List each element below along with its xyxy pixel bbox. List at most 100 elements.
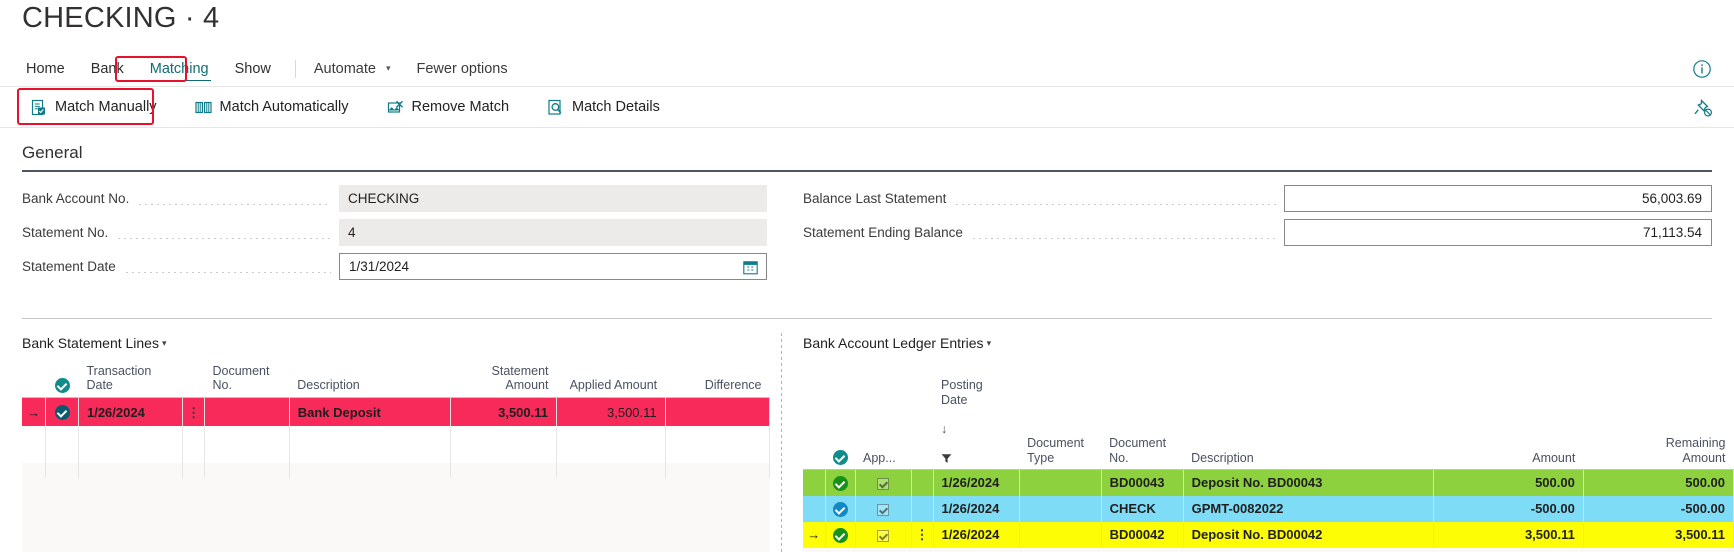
check-circle-icon — [832, 501, 848, 517]
match-manually-button[interactable]: Match Manually — [26, 96, 161, 119]
header-kebab-spacer — [182, 364, 205, 398]
cell-description: Deposit No. BD00042 — [1183, 521, 1434, 548]
cell-document-no: BD00043 — [1101, 469, 1184, 496]
match-automatically-button[interactable]: Match Automatically — [191, 96, 353, 119]
cell-posting-date: 1/26/2024 — [933, 495, 1020, 522]
panel-divider — [781, 333, 782, 552]
field-bank-account-no-label: Bank Account No. — [22, 191, 130, 206]
field-statement-date: Statement Date 1/31/2024 — [22, 253, 767, 280]
table-row-empty[interactable] — [22, 426, 771, 453]
calendar-icon[interactable] — [743, 260, 758, 275]
cell-remaining-amount: 3,500.11 — [1583, 521, 1734, 548]
check-circle-icon — [832, 450, 848, 466]
bank-account-ledger-entries-caption[interactable]: Bank Account Ledger Entries ▾ — [803, 335, 991, 351]
header-arrow-spacer — [22, 364, 46, 398]
menu-item-matching[interactable]: Matching — [147, 58, 211, 81]
row-kebab-menu[interactable]: ⋮ — [911, 521, 934, 548]
bank-reconciliation-page: CHECKING · 4 Home Bank Matching Show Aut… — [0, 0, 1734, 552]
bank-account-ledger-entries-header-row: App... Posting Date ↓ Document Type Docu… — [803, 364, 1734, 471]
row-select-checkbox[interactable] — [45, 397, 79, 427]
cell-remaining-amount: -500.00 — [1583, 495, 1734, 522]
field-statement-no-value[interactable]: 4 — [339, 219, 767, 246]
bank-account-ledger-entries-caption-label: Bank Account Ledger Entries — [803, 335, 984, 351]
ribbon-toolbar: Match Manually Match Automatically Remov… — [0, 87, 1734, 127]
match-manually-label: Match Manually — [55, 99, 157, 115]
match-details-button[interactable]: Match Details — [543, 96, 664, 119]
header-description[interactable]: Description — [289, 364, 451, 398]
filter-icon[interactable] — [941, 436, 952, 465]
menu-item-home-label: Home — [26, 61, 65, 77]
field-balance-last-statement: Balance Last Statement 56,003.69 — [803, 185, 1712, 212]
table-row-empty[interactable] — [22, 452, 771, 479]
header-applied-amount[interactable]: Applied Amount — [556, 364, 666, 398]
table-row[interactable]: → 1/26/2024 ⋮ Bank Deposit 3,500.11 3,50… — [22, 397, 771, 427]
cell-applied-checkbox[interactable] — [855, 521, 912, 548]
row-kebab-menu[interactable] — [911, 469, 934, 496]
header-statement-amount[interactable]: Statement Amount — [450, 364, 557, 398]
cell-applied-checkbox[interactable] — [855, 495, 912, 522]
field-bank-account-no-value[interactable]: CHECKING — [339, 185, 767, 212]
field-statement-no: Statement No. 4 — [22, 219, 767, 246]
header-amount[interactable]: Amount — [1433, 364, 1584, 471]
cell-document-no: CHECK — [1101, 495, 1184, 522]
info-icon[interactable] — [1692, 59, 1712, 79]
table-row[interactable]: 1/26/2024 CHECK GPMT-0082022 -500.00 -50… — [803, 495, 1734, 522]
bank-statement-lines-caption-label: Bank Statement Lines — [22, 335, 159, 351]
table-row[interactable]: 1/26/2024 BD00043 Deposit No. BD00043 50… — [803, 469, 1734, 496]
header-select-all[interactable] — [45, 364, 79, 398]
header-document-no[interactable]: Document No. — [1101, 364, 1184, 471]
match-automatically-icon — [194, 99, 212, 116]
empty-cell — [665, 452, 771, 479]
empty-cell — [556, 426, 666, 453]
header-description[interactable]: Description — [1183, 364, 1434, 471]
header-select-all[interactable] — [825, 364, 856, 471]
row-indicator-arrow: → — [22, 397, 47, 427]
row-kebab-menu[interactable]: ⋮ — [182, 397, 205, 427]
page-title: CHECKING · 4 — [22, 2, 220, 34]
kebab-menu-icon: ⋮ — [187, 404, 201, 420]
empty-cell — [45, 426, 79, 453]
table-row[interactable]: → ⋮ 1/26/2024 BD00042 Deposit No. BD0004… — [803, 521, 1734, 548]
chevron-down-icon: ▾ — [161, 338, 167, 348]
field-statement-ending-balance: Statement Ending Balance 71,113.54 — [803, 219, 1712, 246]
bank-statement-lines-caption[interactable]: Bank Statement Lines ▾ — [22, 335, 167, 351]
header-document-type[interactable]: Document Type — [1019, 364, 1102, 471]
row-select-checkbox[interactable] — [825, 495, 856, 522]
menu-item-home[interactable]: Home — [24, 58, 67, 80]
cell-document-type — [1019, 495, 1102, 522]
field-statement-date-value[interactable]: 1/31/2024 — [339, 253, 767, 280]
match-automatically-label: Match Automatically — [219, 99, 349, 115]
empty-cell — [289, 452, 451, 479]
general-section-title: General — [22, 143, 83, 162]
remove-match-button[interactable]: Remove Match — [383, 96, 514, 119]
cell-applied-amount: 3,500.11 — [556, 397, 666, 427]
field-statement-ending-balance-value[interactable]: 71,113.54 — [1284, 219, 1712, 246]
menu-item-show[interactable]: Show — [233, 58, 273, 80]
menu-item-automate-label: Automate — [313, 61, 376, 77]
row-kebab-menu[interactable] — [911, 495, 934, 522]
bank-statement-lines-header-row: Transaction Date Document No. Descriptio… — [22, 364, 770, 398]
row-select-checkbox[interactable] — [825, 469, 856, 496]
field-balance-last-statement-value[interactable]: 56,003.69 — [1284, 185, 1712, 212]
general-section-rule — [22, 170, 1712, 172]
header-document-no[interactable]: Document No. — [204, 364, 290, 398]
cell-document-type — [1019, 469, 1102, 496]
remove-match-icon — [387, 99, 404, 116]
cell-applied-checkbox[interactable] — [855, 469, 912, 496]
unpin-icon[interactable] — [1692, 97, 1714, 119]
empty-cell — [204, 452, 290, 479]
header-transaction-date[interactable]: Transaction Date — [78, 364, 183, 398]
sort-ascending-icon[interactable]: ↓ — [941, 422, 947, 436]
cell-description: GPMT-0082022 — [1183, 495, 1434, 522]
menu-item-bank[interactable]: Bank — [89, 58, 126, 80]
header-applied[interactable]: App... — [855, 364, 912, 471]
menu-item-fewer-options[interactable]: Fewer options — [415, 58, 510, 80]
row-select-checkbox[interactable] — [825, 521, 856, 548]
empty-cell — [22, 452, 47, 479]
remove-match-label: Remove Match — [411, 99, 510, 115]
header-remaining-amount[interactable]: Remaining Amount — [1583, 364, 1734, 471]
header-difference[interactable]: Difference — [665, 364, 770, 398]
checkbox-checked-icon — [877, 477, 890, 490]
menu-item-automate[interactable]: Automate ▾ — [312, 58, 393, 80]
header-posting-date[interactable]: Posting Date ↓ — [933, 364, 1020, 471]
